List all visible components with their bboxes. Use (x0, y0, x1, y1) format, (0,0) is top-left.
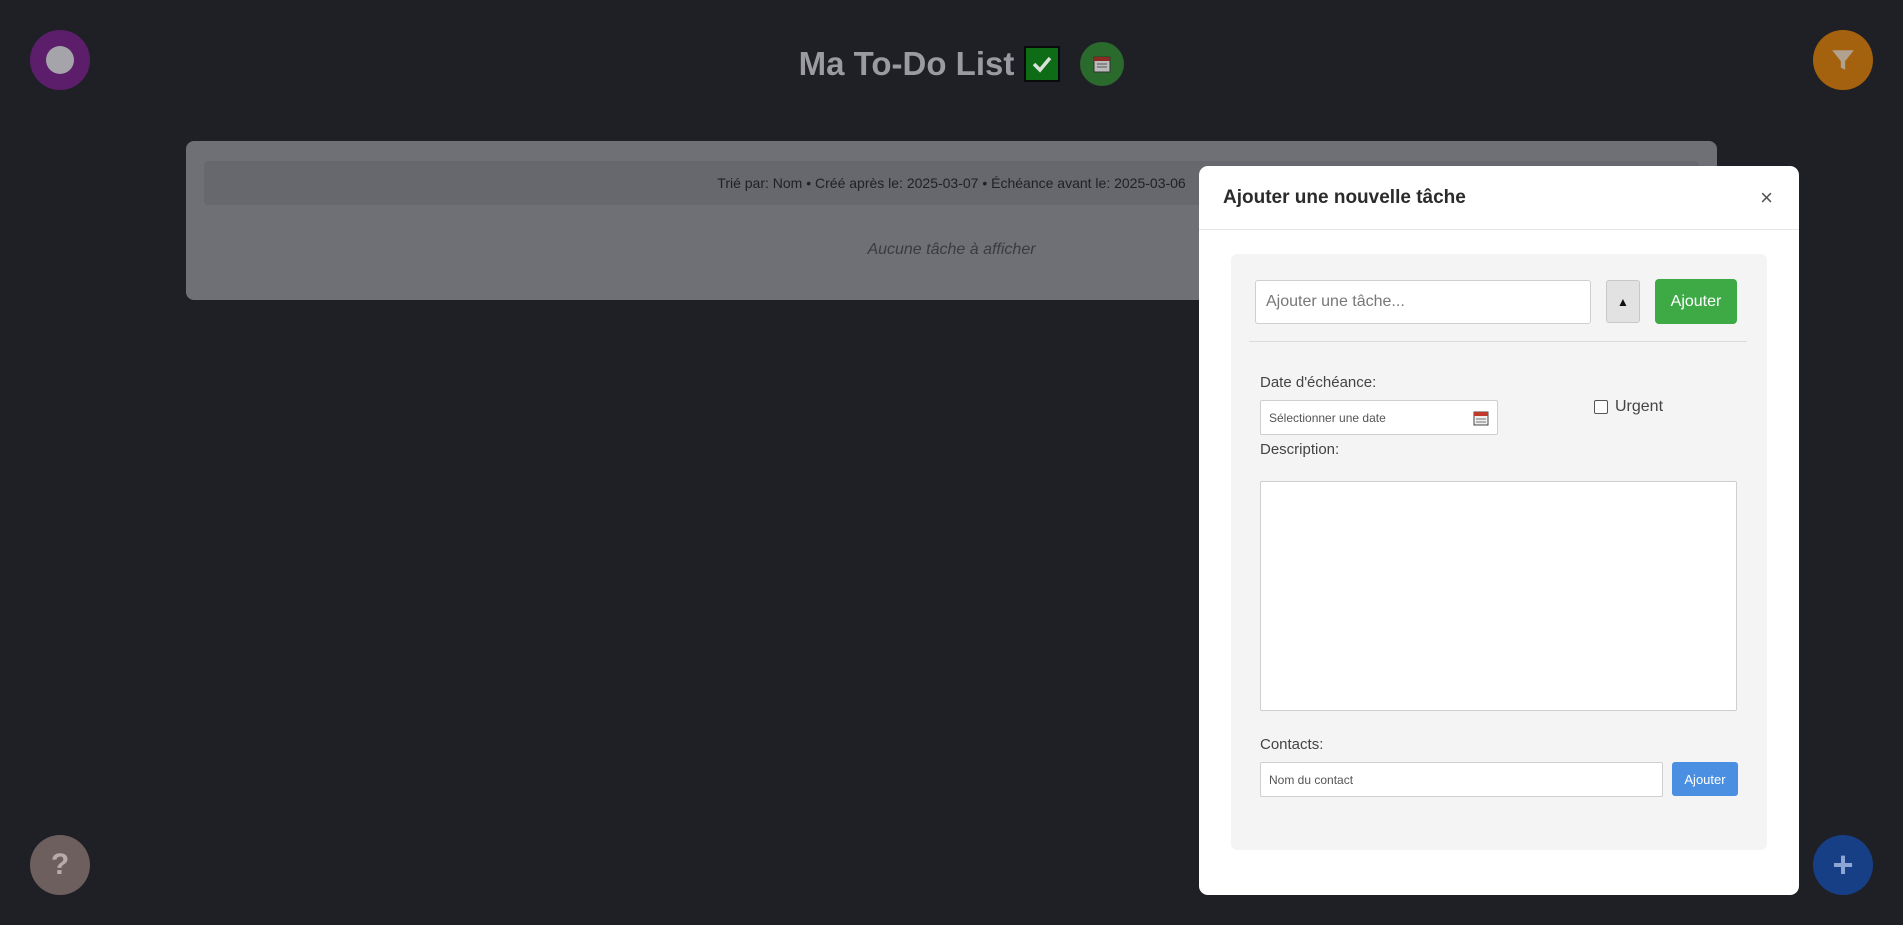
page-title: Ma To-Do List (798, 45, 1015, 82)
contact-name-input[interactable]: Nom du contact (1260, 762, 1663, 797)
checkmark-icon (1024, 46, 1061, 82)
add-task-modal: Ajouter une nouvelle tâche × ▲ Ajouter D… (1199, 166, 1799, 895)
description-label: Description: (1260, 441, 1340, 458)
calendar-icon (1093, 56, 1111, 73)
due-date-input[interactable]: Sélectionner une date (1260, 400, 1498, 435)
modal-header: Ajouter une nouvelle tâche × (1199, 166, 1799, 230)
close-icon[interactable]: × (1760, 186, 1773, 209)
add-contact-button[interactable]: Ajouter (1672, 762, 1738, 796)
calendar-button[interactable] (1080, 42, 1125, 86)
urgent-option[interactable]: Urgent (1594, 398, 1663, 416)
filter-summary-text: Trié par: Nom • Créé après le: 2025-03-0… (717, 175, 1186, 191)
add-task-fab[interactable]: + (1813, 835, 1873, 895)
contact-placeholder: Nom du contact (1269, 772, 1354, 787)
urgent-checkbox[interactable] (1594, 400, 1608, 414)
calendar-icon[interactable] (1473, 410, 1489, 426)
page-title-wrap: Ma To-Do List (0, 42, 1903, 86)
triangle-up-icon: ▲ (1617, 294, 1629, 309)
help-button[interactable]: ? (30, 835, 90, 895)
form-divider (1249, 341, 1747, 342)
help-icon: ? (50, 848, 70, 881)
due-date-label: Date d'échéance: (1260, 374, 1377, 391)
filter-button[interactable] (1813, 30, 1873, 90)
contacts-label: Contacts: (1260, 736, 1324, 753)
funnel-icon (1832, 50, 1854, 70)
modal-title: Ajouter une nouvelle tâche (1223, 186, 1466, 208)
plus-icon: + (1832, 844, 1854, 885)
description-textarea[interactable] (1260, 481, 1737, 711)
task-form: ▲ Ajouter Date d'échéance: Sélectionner … (1231, 254, 1767, 850)
collapse-options-button[interactable]: ▲ (1606, 280, 1640, 323)
urgent-label: Urgent (1615, 398, 1664, 415)
add-task-button[interactable]: Ajouter (1655, 279, 1737, 324)
task-name-input[interactable] (1255, 280, 1591, 324)
date-placeholder: Sélectionner une date (1269, 410, 1386, 425)
